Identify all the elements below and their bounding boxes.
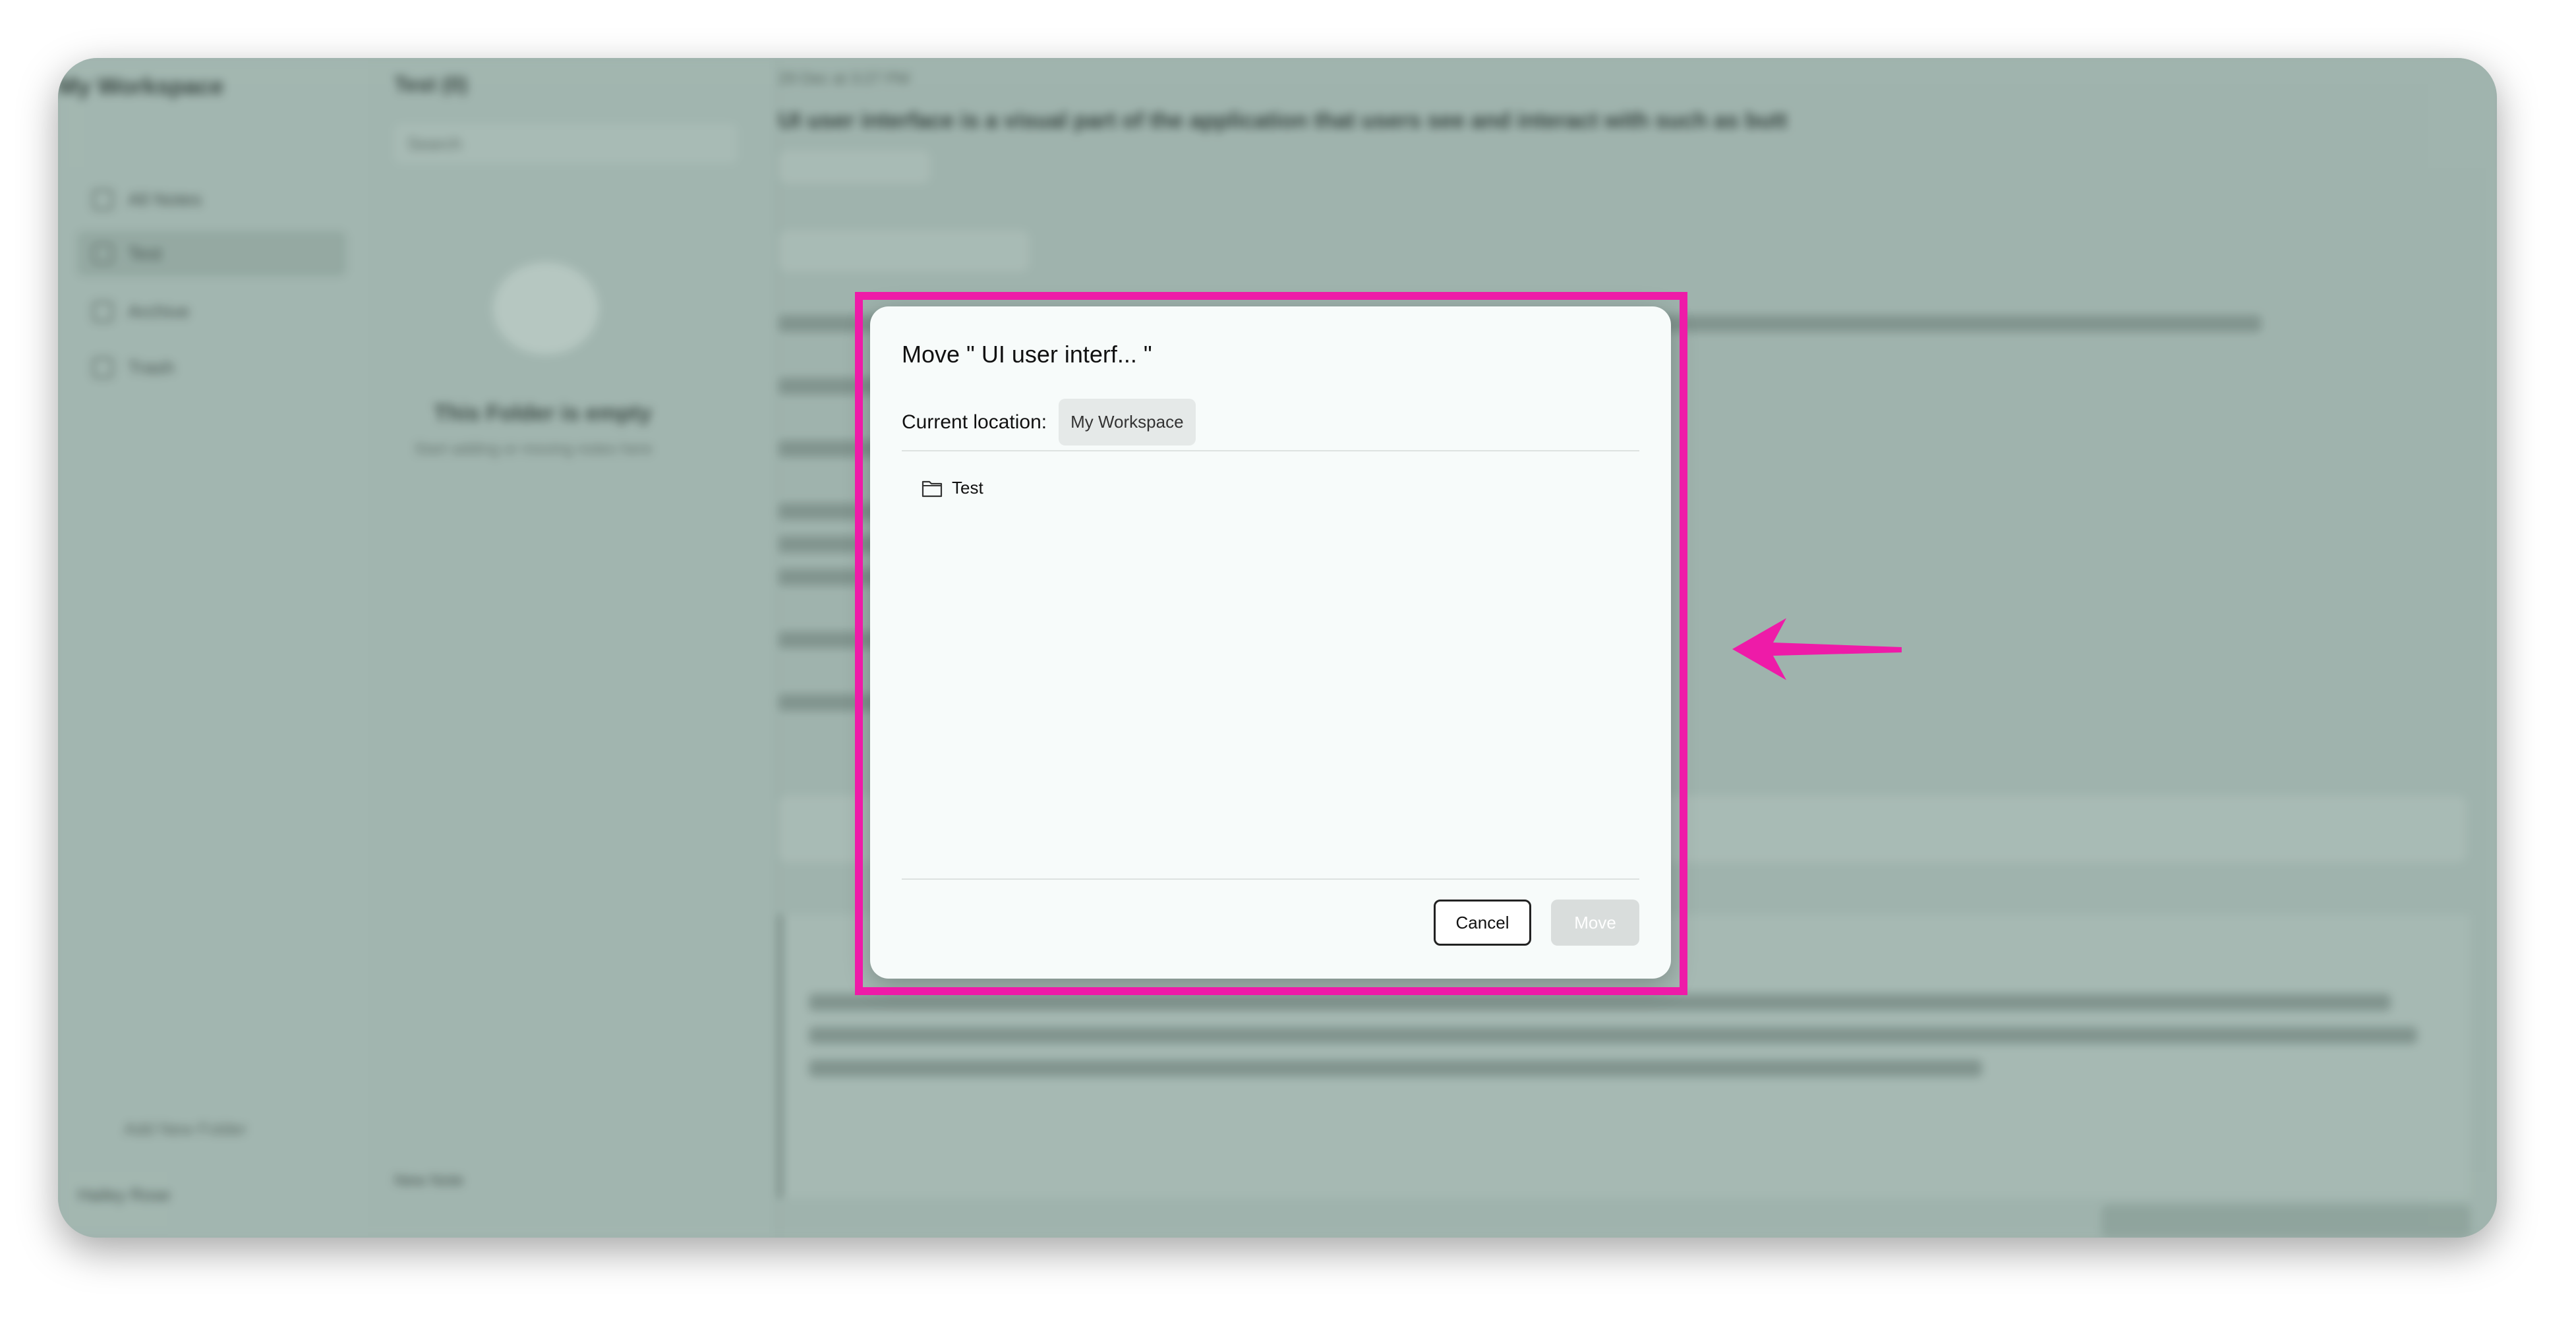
workspace-title: My Workspace [58, 72, 224, 100]
note-title: UI user interface is a visual part of th… [778, 108, 1788, 133]
search-input[interactable]: Search [394, 124, 737, 163]
sidebar-item-archive[interactable]: Archive [76, 289, 347, 335]
sidebar-item-label: Trash [128, 357, 175, 378]
text-line [809, 1027, 2417, 1044]
note-date: 29 Dec at 3:27 PM [778, 70, 910, 88]
sidebar-item-all-notes[interactable]: All Notes [76, 177, 347, 223]
sidebar-item-label: Archive [128, 301, 190, 322]
recording-remaining-badge [2101, 1205, 2471, 1238]
add-tag-button[interactable] [778, 150, 930, 183]
trash-icon [92, 357, 113, 378]
sidebar-item-label: Test [128, 243, 162, 264]
arrow-left-icon [1732, 618, 1902, 680]
sidebar: My Workspace All Notes Test Archive Tras… [58, 58, 370, 1238]
archive-icon [92, 301, 113, 322]
highlight-box [855, 292, 1687, 995]
notes-column: Test (0) Search This Folder is empty Sta… [368, 58, 1047, 1238]
user-menu[interactable]: Hailey Rose [78, 1185, 170, 1205]
new-note-label: New Note [394, 1172, 464, 1189]
notes-column-title: Test (0) [394, 72, 468, 96]
folder-icon [92, 243, 113, 264]
language-chip[interactable] [778, 231, 1029, 272]
empty-folder-illustration [493, 262, 599, 355]
empty-state-subtitle: Start adding or moving notes here [414, 440, 653, 458]
notes-icon [92, 189, 113, 210]
text-line [809, 994, 2391, 1011]
empty-state-title: This Folder is empty [434, 401, 652, 426]
sidebar-item-trash[interactable]: Trash [76, 345, 347, 391]
add-folder-button[interactable]: Add New Folder [124, 1119, 247, 1139]
sidebar-item-label: All Notes [128, 189, 202, 210]
text-line [809, 1060, 1982, 1077]
sidebar-item-test[interactable]: Test [76, 231, 347, 277]
